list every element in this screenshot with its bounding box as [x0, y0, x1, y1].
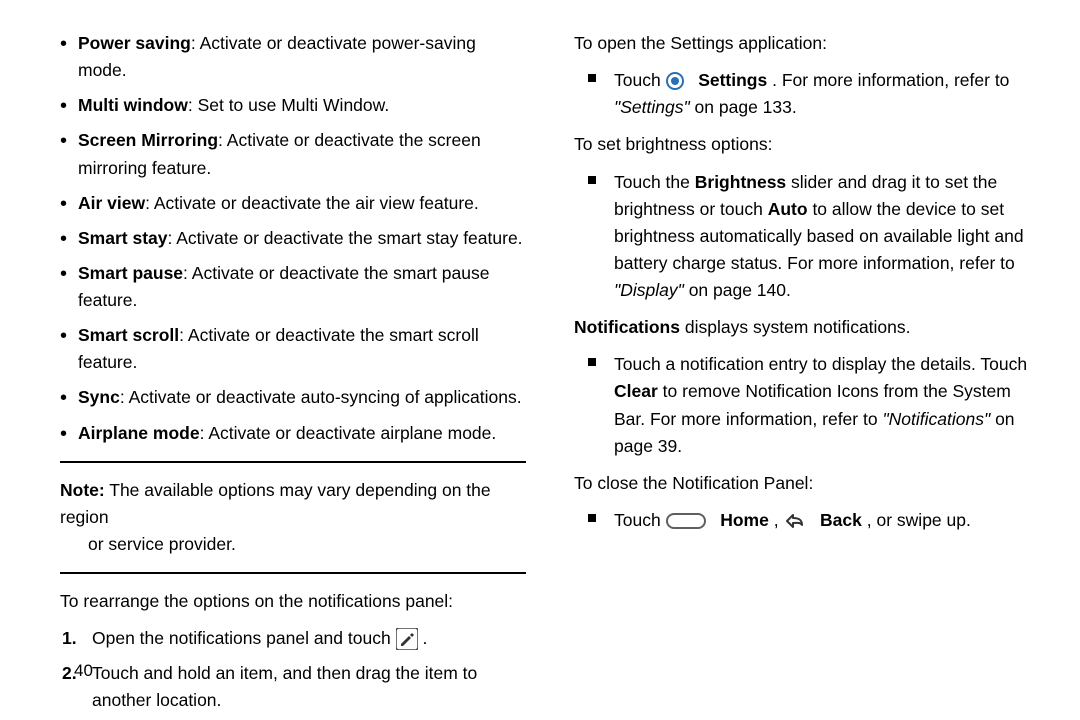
settings-icon: [666, 72, 684, 90]
term: Screen Mirroring: [78, 130, 218, 150]
term: Smart scroll: [78, 325, 179, 345]
open-settings-intro: To open the Settings application:: [574, 30, 1040, 57]
feature-list: Power saving: Activate or deactivate pow…: [60, 30, 526, 447]
rearrange-intro: To rearrange the options on the notifica…: [60, 588, 526, 615]
close-panel-intro: To close the Notification Panel:: [574, 470, 1040, 497]
term: Smart stay: [78, 228, 168, 248]
text: Touch the: [614, 172, 695, 192]
desc: : Activate or deactivate airplane mode.: [200, 423, 497, 443]
note-block: Note: The available options may vary dep…: [60, 477, 526, 558]
divider: [60, 572, 526, 574]
bold-text: Brightness: [695, 172, 786, 192]
feature-item: Sync: Activate or deactivate auto-syncin…: [60, 384, 526, 411]
text: Touch a notification entry to display th…: [614, 354, 1027, 374]
text: on page 133.: [695, 97, 797, 117]
steps-list: 1. Open the notifications panel and touc…: [60, 625, 526, 714]
edit-icon: [396, 628, 418, 650]
text: Touch: [614, 70, 666, 90]
desc: : Activate or deactivate the air view fe…: [145, 193, 479, 213]
bold-text: Auto: [768, 199, 808, 219]
step-number: 1.: [62, 625, 77, 652]
feature-item: Multi window: Set to use Multi Window.: [60, 92, 526, 119]
feature-item: Smart stay: Activate or deactivate the s…: [60, 225, 526, 252]
step-item: 1. Open the notifications panel and touc…: [60, 625, 526, 652]
desc: : Activate or deactivate the smart stay …: [168, 228, 523, 248]
step-text: Open the notifications panel and touch: [92, 628, 396, 648]
term: Sync: [78, 387, 120, 407]
note-label: Note:: [60, 480, 105, 500]
bold-text: Home: [720, 510, 769, 530]
list-item: Touch the Brightness slider and drag it …: [574, 169, 1040, 305]
term: Multi window: [78, 95, 188, 115]
feature-item: Airplane mode: Activate or deactivate ai…: [60, 420, 526, 447]
home-icon: [666, 513, 706, 529]
bold-text: Settings: [698, 70, 767, 90]
desc: : Set to use Multi Window.: [188, 95, 389, 115]
open-settings-list: Touch Settings . For more information, r…: [574, 67, 1040, 121]
step-text-after: .: [422, 628, 427, 648]
text: on page 140.: [689, 280, 791, 300]
manual-page: Power saving: Activate or deactivate pow…: [0, 0, 1080, 720]
term: Airplane mode: [78, 423, 200, 443]
note-text-cont: or service provider.: [60, 531, 526, 558]
feature-item: Air view: Activate or deactivate the air…: [60, 190, 526, 217]
back-icon: [783, 511, 805, 529]
feature-item: Smart scroll: Activate or deactivate the…: [60, 322, 526, 376]
list-item: Touch Settings . For more information, r…: [574, 67, 1040, 121]
left-column: Power saving: Activate or deactivate pow…: [60, 30, 526, 700]
bold-text: Notifications: [574, 317, 680, 337]
list-item: Touch a notification entry to display th…: [574, 351, 1040, 460]
note-text: The available options may vary depending…: [60, 480, 491, 527]
desc: : Activate or deactivate auto-syncing of…: [120, 387, 522, 407]
step-text: Touch and hold an item, and then drag th…: [92, 663, 477, 710]
page-number: 40: [74, 658, 93, 684]
text: , or swipe up.: [867, 510, 971, 530]
ref-text: "Display": [614, 280, 684, 300]
feature-item: Smart pause: Activate or deactivate the …: [60, 260, 526, 314]
brightness-list: Touch the Brightness slider and drag it …: [574, 169, 1040, 305]
bold-text: Back: [820, 510, 862, 530]
notifications-list: Touch a notification entry to display th…: [574, 351, 1040, 460]
ref-text: "Settings": [614, 97, 690, 117]
text: Touch: [614, 510, 666, 530]
feature-item: Power saving: Activate or deactivate pow…: [60, 30, 526, 84]
text: displays system notifications.: [685, 317, 911, 337]
bold-text: Clear: [614, 381, 658, 401]
text: . For more information, refer to: [772, 70, 1009, 90]
feature-item: Screen Mirroring: Activate or deactivate…: [60, 127, 526, 181]
right-column: To open the Settings application: Touch …: [574, 30, 1040, 700]
brightness-intro: To set brightness options:: [574, 131, 1040, 158]
step-item: 2. Touch and hold an item, and then drag…: [60, 660, 526, 714]
notifications-line: Notifications displays system notificati…: [574, 314, 1040, 341]
list-item: Touch Home , Back , or swipe up.: [574, 507, 1040, 534]
divider: [60, 461, 526, 463]
term: Smart pause: [78, 263, 183, 283]
text: ,: [774, 510, 784, 530]
term: Power saving: [78, 33, 191, 53]
close-panel-list: Touch Home , Back , or swipe up.: [574, 507, 1040, 534]
term: Air view: [78, 193, 145, 213]
ref-text: "Notifications": [882, 409, 990, 429]
